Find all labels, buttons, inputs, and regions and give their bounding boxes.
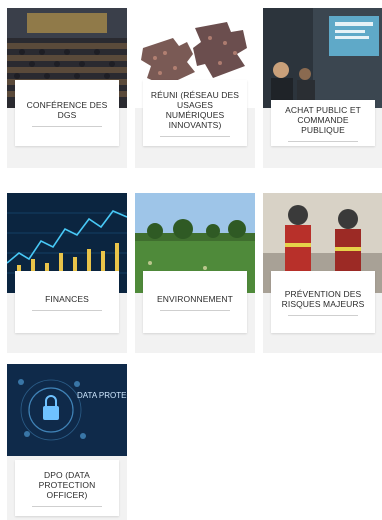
divider <box>288 140 358 142</box>
divider <box>160 135 230 137</box>
tile-label: CONFÉRENCE DES DGS <box>26 99 108 120</box>
data-protection-image: DATA PROTECTION <box>7 364 127 456</box>
tile-prevention-risques[interactable]: PRÉVENTION DES RISQUES MAJEURS <box>263 193 382 353</box>
tile-achat-public[interactable]: ACHAT PUBLIC ET COMMANDE PUBLIQUE <box>263 8 382 168</box>
presentation-room-image <box>263 8 382 108</box>
divider <box>32 125 102 127</box>
divider <box>160 309 230 311</box>
tile-card: DPO (DATA PROTECTION OFFICER) <box>15 460 119 516</box>
tile-conference-dgs[interactable]: CONFÉRENCE DES DGS <box>7 8 127 168</box>
tile-label: FINANCES <box>45 293 89 304</box>
tile-dpo[interactable]: DATA PROTECTION DPO (DATA PROTECTION OFF… <box>7 364 127 520</box>
tile-label: ACHAT PUBLIC ET COMMANDE PUBLIQUE <box>285 104 361 135</box>
divider <box>288 314 358 316</box>
divider <box>32 309 102 311</box>
tile-label: PRÉVENTION DES RISQUES MAJEURS <box>281 288 365 309</box>
tile-label: RéUNI (RÉSEAU DES USAGES NUMÉRIQUES INNO… <box>150 89 240 130</box>
tile-card: FINANCES <box>15 271 119 333</box>
tile-card: PRÉVENTION DES RISQUES MAJEURS <box>271 271 375 333</box>
tile-label: DPO (DATA PROTECTION OFFICER) <box>38 469 96 500</box>
tile-card: CONFÉRENCE DES DGS <box>15 80 119 146</box>
tile-card: ENVIRONNEMENT <box>143 271 247 333</box>
tile-environnement[interactable]: ENVIRONNEMENT <box>135 193 255 353</box>
data-protection-text: DATA PROTECTION <box>77 391 127 400</box>
tile-card: ACHAT PUBLIC ET COMMANDE PUBLIQUE <box>271 100 375 146</box>
tile-finances[interactable]: FINANCES <box>7 193 127 353</box>
divider <box>32 505 102 507</box>
tile-card: RéUNI (RÉSEAU DES USAGES NUMÉRIQUES INNO… <box>143 80 247 146</box>
tile-label: ENVIRONNEMENT <box>157 293 233 304</box>
tile-reuni[interactable]: RéUNI (RÉSEAU DES USAGES NUMÉRIQUES INNO… <box>135 8 255 168</box>
